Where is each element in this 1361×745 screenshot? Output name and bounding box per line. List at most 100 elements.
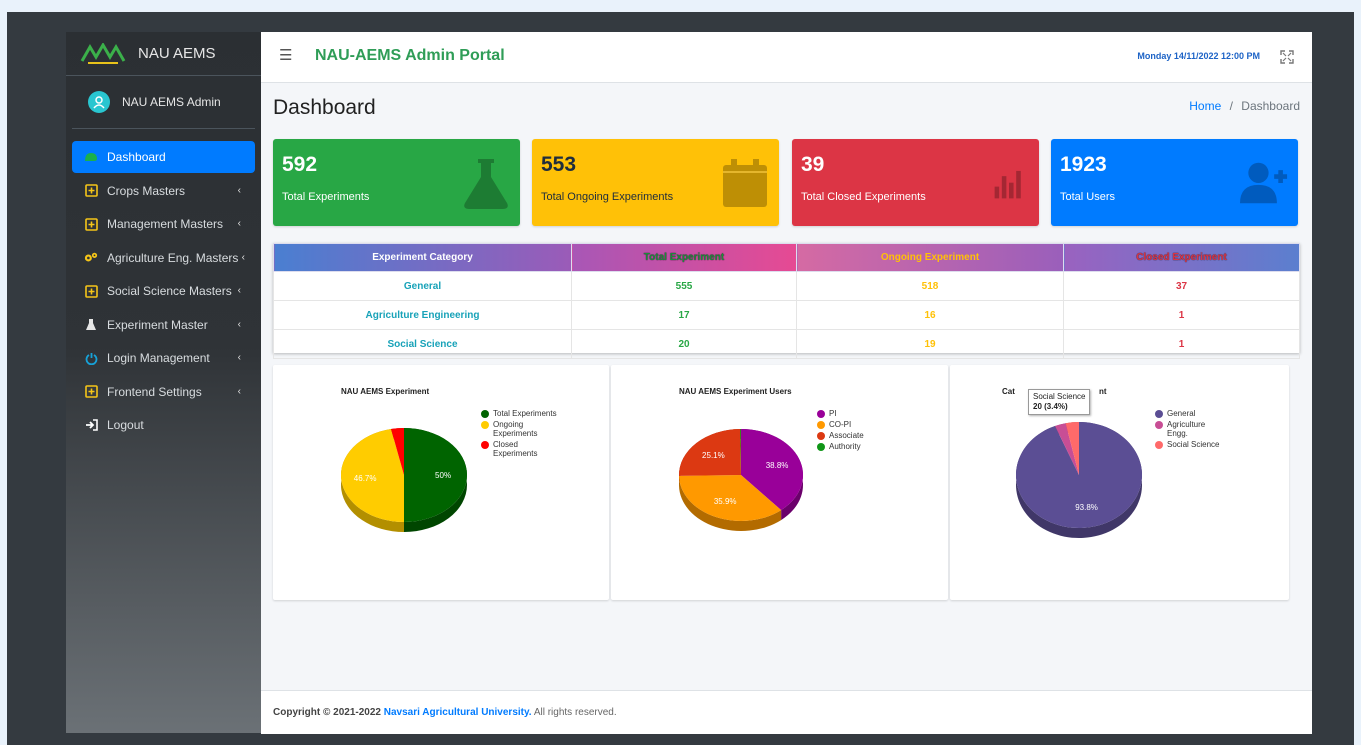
top-navbar: ☰ NAU-AEMS Admin Portal Monday 14/11/202… bbox=[261, 32, 1312, 83]
legend-item[interactable]: PI bbox=[817, 409, 897, 418]
hamburger-menu-icon[interactable]: ☰ bbox=[279, 46, 292, 64]
stat-box-total-experiments[interactable]: 592 Total Experiments bbox=[273, 139, 520, 226]
legend-item[interactable]: Ongoing Experiments bbox=[481, 420, 561, 438]
legend-label: Social Science bbox=[1167, 440, 1220, 449]
table-header-row: Experiment Category Total Experiment Ong… bbox=[273, 243, 1300, 272]
ongoing-cell: 518 bbox=[796, 271, 1064, 301]
brand-name: NAU AEMS bbox=[138, 45, 216, 62]
breadcrumb-home-link[interactable]: Home bbox=[1189, 99, 1221, 113]
copyright-text: Copyright © 2021-2022 bbox=[273, 707, 384, 718]
footer: Copyright © 2021-2022 Navsari Agricultur… bbox=[261, 690, 1312, 734]
category-cell: General bbox=[273, 271, 572, 301]
stat-label: Total Closed Experiments bbox=[801, 191, 926, 203]
chart-legend: Total Experiments Ongoing Experiments Cl… bbox=[481, 409, 561, 460]
total-cell: 555 bbox=[571, 271, 797, 301]
stat-box-closed-experiments[interactable]: 39 Total Closed Experiments bbox=[792, 139, 1039, 226]
category-pie-chart[interactable]: 93.8% bbox=[950, 365, 1289, 600]
sidebar-item-label: Frontend Settings bbox=[107, 384, 202, 399]
legend-label: PI bbox=[829, 409, 837, 418]
user-panel[interactable]: NAU AEMS Admin bbox=[72, 76, 255, 129]
closed-cell: 1 bbox=[1063, 300, 1300, 330]
legend-item[interactable]: Total Experiments bbox=[481, 409, 561, 418]
sidebar-item-experiment-master[interactable]: Experiment Master ‹ bbox=[72, 309, 255, 341]
sidebar-item-dashboard[interactable]: Dashboard bbox=[72, 141, 255, 173]
bar-chart-icon bbox=[994, 170, 1021, 199]
table-row: General 555 518 37 bbox=[273, 271, 1300, 301]
palette-icon bbox=[84, 150, 98, 164]
legend-label: CO-PI bbox=[829, 420, 852, 429]
chart-legend: General Agriculture Engg. Social Science bbox=[1155, 409, 1225, 451]
brand-link[interactable]: NAU AEMS bbox=[66, 32, 261, 76]
stat-box-total-users[interactable]: 1923 Total Users bbox=[1051, 139, 1298, 226]
experiment-pie-chart[interactable]: 50% 46.7% bbox=[273, 365, 609, 600]
power-icon bbox=[84, 351, 98, 365]
legend-item[interactable]: Social Science bbox=[1155, 440, 1225, 449]
legend-label: Total Experiments bbox=[493, 409, 557, 418]
legend-label: Agriculture Engg. bbox=[1167, 420, 1206, 438]
sidebar-item-label: Login Management bbox=[107, 351, 210, 365]
sidebar-item-label: Social Science Masters bbox=[107, 284, 232, 298]
pie-data-label: 46.7% bbox=[354, 474, 377, 483]
portal-title: NAU-AEMS Admin Portal bbox=[315, 47, 505, 64]
sidebar-item-label: Agriculture Eng. Masters bbox=[107, 250, 239, 265]
legend-label: Associate bbox=[829, 431, 864, 440]
sidebar-item-label: Crops Masters bbox=[107, 183, 186, 198]
sidebar-nav: Dashboard Crops Masters ‹ Management Mas… bbox=[66, 129, 261, 441]
flask-icon bbox=[464, 159, 508, 209]
ongoing-cell: 16 bbox=[796, 300, 1064, 330]
category-chart-card: Cat nt 93.8% Social Science 20 (3.4%) Ge… bbox=[950, 365, 1289, 600]
column-header: Total Experiment bbox=[571, 243, 797, 272]
experiment-chart-card: NAU AEMS Experiment 50% 46.7% Total Exper… bbox=[273, 365, 609, 600]
chevron-left-icon: ‹ bbox=[237, 285, 241, 296]
legend-item[interactable]: CO-PI bbox=[817, 420, 897, 429]
column-header: Ongoing Experiment bbox=[796, 243, 1064, 272]
ongoing-cell: 19 bbox=[796, 329, 1064, 359]
plus-square-icon bbox=[84, 284, 98, 298]
sidebar-item-crops-masters[interactable]: Crops Masters ‹ bbox=[72, 175, 255, 207]
legend-label: Closed Experiments bbox=[493, 440, 538, 458]
sidebar-item-agriculture-eng-masters[interactable]: Agriculture Eng. Masters ‹ bbox=[72, 242, 255, 274]
legend-item[interactable]: General bbox=[1155, 409, 1225, 418]
breadcrumb-separator: / bbox=[1229, 99, 1233, 113]
calendar-icon bbox=[723, 159, 767, 207]
pie-data-label: 35.9% bbox=[714, 497, 737, 506]
stat-value: 553 bbox=[541, 153, 577, 176]
page-title: Dashboard bbox=[273, 96, 376, 119]
fullscreen-icon[interactable] bbox=[1280, 50, 1294, 64]
total-cell: 17 bbox=[571, 300, 797, 330]
legend-item[interactable]: Closed Experiments bbox=[481, 440, 561, 458]
experiment-category-table-card: Experiment Category Total Experiment Ong… bbox=[273, 243, 1300, 359]
main-content: ☰ NAU-AEMS Admin Portal Monday 14/11/202… bbox=[261, 32, 1312, 734]
pie-data-label: 38.8% bbox=[766, 461, 789, 470]
stat-box-ongoing-experiments[interactable]: 553 Total Ongoing Experiments bbox=[532, 139, 779, 226]
legend-item[interactable]: Agriculture Engg. bbox=[1155, 420, 1225, 438]
user-avatar-icon bbox=[88, 91, 110, 113]
breadcrumb-current: Dashboard bbox=[1241, 99, 1300, 113]
sidebar-item-social-science-masters[interactable]: Social Science Masters ‹ bbox=[72, 275, 255, 307]
pie-data-label: 50% bbox=[435, 471, 451, 480]
chart-legend: PI CO-PI Associate Authority bbox=[817, 409, 897, 453]
legend-label: Ongoing Experiments bbox=[493, 420, 538, 438]
category-cell: Social Science bbox=[273, 329, 572, 359]
sidebar-item-frontend-settings[interactable]: Frontend Settings ‹ bbox=[72, 376, 255, 408]
sidebar-item-management-masters[interactable]: Management Masters ‹ bbox=[72, 208, 255, 240]
plus-square-icon bbox=[84, 217, 98, 231]
sidebar: NAU AEMS NAU AEMS Admin Dashboard Crops … bbox=[66, 32, 261, 733]
sidebar-item-login-management[interactable]: Login Management ‹ bbox=[72, 342, 255, 374]
table-row: Social Science 20 19 1 bbox=[273, 329, 1300, 359]
sidebar-item-label: Management Masters bbox=[107, 217, 224, 231]
stat-label: Total Ongoing Experiments bbox=[541, 191, 674, 203]
users-pie-chart[interactable]: 38.8% 35.9% 25.1% bbox=[611, 365, 948, 600]
legend-item[interactable]: Associate bbox=[817, 431, 897, 440]
university-link[interactable]: Navsari Agricultural University. bbox=[384, 707, 532, 718]
chevron-left-icon: ‹ bbox=[237, 184, 241, 196]
chevron-left-icon: ‹ bbox=[241, 251, 245, 263]
legend-item[interactable]: Authority bbox=[817, 442, 897, 451]
footer-text: Copyright © 2021-2022 Navsari Agricultur… bbox=[273, 707, 617, 718]
rights-text: All rights reserved. bbox=[531, 707, 617, 718]
chevron-left-icon: ‹ bbox=[237, 218, 241, 229]
sidebar-item-label: Logout bbox=[107, 418, 144, 432]
stat-label: Total Experiments bbox=[282, 191, 370, 203]
sidebar-item-logout[interactable]: Logout bbox=[72, 409, 255, 441]
stat-value: 1923 bbox=[1060, 153, 1107, 176]
